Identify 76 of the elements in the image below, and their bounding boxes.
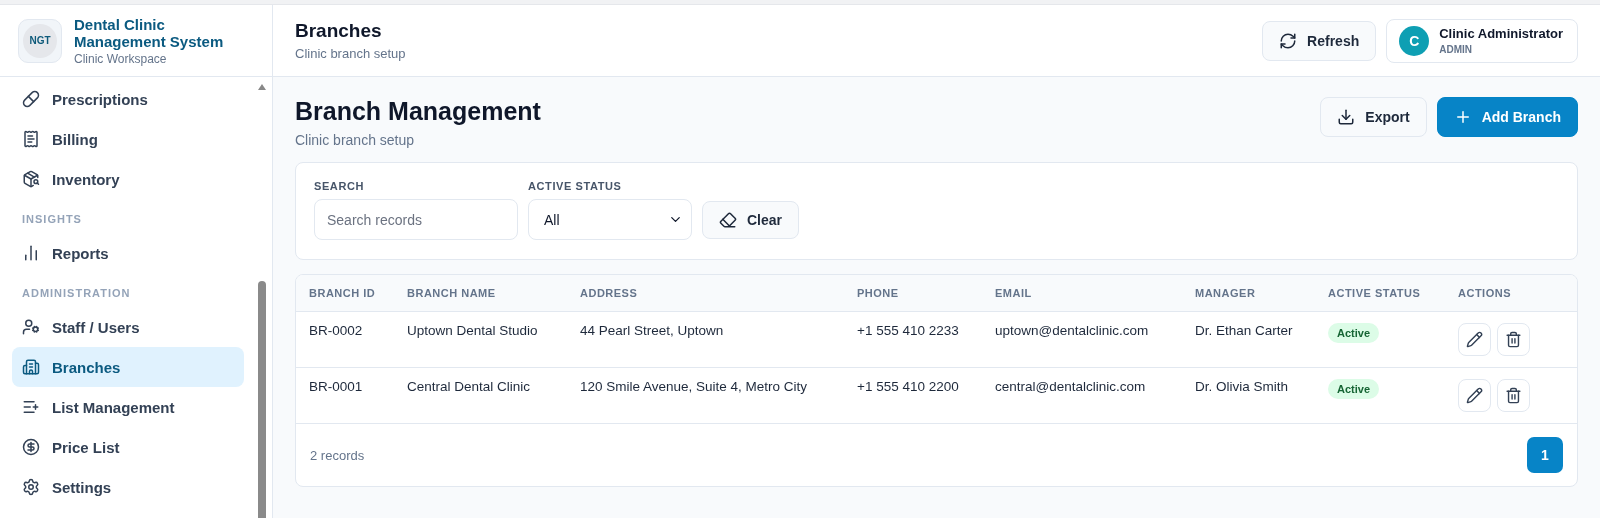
- page-title: Branch Management: [295, 97, 541, 126]
- nav-item[interactable]: Reports: [12, 233, 244, 273]
- delete-button[interactable]: [1497, 323, 1530, 356]
- nav-item[interactable]: Billing: [12, 119, 244, 159]
- nav-section-label: INSIGHTS: [21, 212, 83, 227]
- edit-button[interactable]: [1458, 379, 1491, 412]
- table-cell-text: +1 555 410 2200: [856, 379, 960, 394]
- table-cell-text: Dr. Olivia Smith: [1194, 379, 1290, 394]
- column-header: ACTIVE STATUS: [1327, 287, 1422, 299]
- user-name: Clinic Administrator: [1439, 26, 1563, 41]
- dollar-circle-icon: [22, 438, 40, 456]
- table-cell-text: +1 555 410 2233: [856, 323, 960, 338]
- settings-icon: [22, 478, 40, 496]
- column-header: EMAIL: [994, 287, 1033, 299]
- clear-button[interactable]: Clear: [702, 201, 800, 239]
- user-gear-icon: [22, 318, 40, 336]
- pill-icon: [22, 90, 40, 108]
- search-field[interactable]: Search records: [314, 199, 518, 240]
- trash-icon: [1505, 331, 1522, 348]
- nav-item[interactable]: Inventory: [12, 159, 244, 199]
- avatar: C: [1399, 25, 1430, 56]
- scroll-up-icon[interactable]: [257, 83, 267, 91]
- field-label: SEARCH: [314, 180, 366, 192]
- app-subtitle: Clinic Workspace: [74, 51, 168, 66]
- eraser-icon: [719, 211, 737, 229]
- download-icon: [1337, 108, 1356, 126]
- table-cell-text: Uptown Dental Studio: [406, 323, 539, 338]
- nav-item[interactable]: Staff / Users: [12, 307, 244, 347]
- user-role: ADMIN: [1439, 44, 1473, 55]
- nav-item[interactable]: Price List: [12, 427, 244, 467]
- column-header: BRANCH ID: [308, 287, 377, 299]
- scrollbar-thumb[interactable]: [258, 281, 266, 518]
- nav-section-label: ADMINISTRATION: [21, 286, 132, 301]
- delete-button[interactable]: [1497, 379, 1530, 412]
- status-badge: Active: [1328, 323, 1380, 343]
- refresh-icon: [1279, 31, 1298, 50]
- column-header: BRANCH NAME: [406, 287, 497, 299]
- table-cell-text: BR-0002: [308, 323, 364, 338]
- table-cell-text: BR-0001: [308, 379, 364, 394]
- status-badge: Active: [1328, 379, 1380, 399]
- column-header: PHONE: [856, 287, 900, 299]
- user-menu[interactable]: C Clinic Administrator ADMIN: [1386, 18, 1578, 63]
- table-cell-text: central@dentalclinic.com: [994, 379, 1147, 394]
- export-button[interactable]: Export: [1320, 97, 1427, 137]
- nav-item[interactable]: List Management: [12, 387, 244, 427]
- pencil-icon: [1466, 331, 1483, 348]
- header-title: Branches: [295, 20, 383, 42]
- refresh-button[interactable]: Refresh: [1262, 20, 1377, 61]
- receipt-icon: [22, 130, 40, 148]
- header-subtitle: Clinic branch setup: [295, 46, 406, 61]
- field-label: ACTIVE STATUS: [528, 180, 623, 192]
- nav-item[interactable]: Settings: [12, 467, 244, 507]
- nav-item[interactable]: Prescriptions: [12, 79, 244, 119]
- bar-chart-icon: [22, 244, 40, 262]
- table-cell-text: Dr. Ethan Carter: [1194, 323, 1294, 338]
- app-title: Dental Clinic Management System: [74, 15, 225, 50]
- table-cell-text: 44 Pearl Street, Uptown: [579, 323, 725, 338]
- column-header: MANAGER: [1194, 287, 1257, 299]
- nav-item[interactable]: Branches: [12, 347, 244, 387]
- table-cell-text: 120 Smile Avenue, Suite 4, Metro City: [579, 379, 809, 394]
- page-subtitle: Clinic branch setup: [295, 132, 416, 148]
- trash-icon: [1505, 387, 1522, 404]
- column-header: ACTIONS: [1457, 287, 1512, 299]
- edit-button[interactable]: [1458, 323, 1491, 356]
- pencil-icon: [1466, 387, 1483, 404]
- building-icon: [22, 358, 40, 376]
- logo-text: NGT: [23, 23, 57, 58]
- page-button[interactable]: 1: [1527, 437, 1563, 473]
- record-count: 2 records: [310, 447, 365, 463]
- table-cell-text: Central Dental Clinic: [406, 379, 532, 394]
- column-header: ADDRESS: [579, 287, 639, 299]
- list-plus-icon: [22, 398, 40, 416]
- status-select[interactable]: All: [528, 199, 692, 240]
- add-branch-button[interactable]: Add Branch: [1436, 97, 1578, 137]
- package-search-icon: [22, 170, 40, 188]
- table-cell-text: uptown@dentalclinic.com: [994, 323, 1150, 338]
